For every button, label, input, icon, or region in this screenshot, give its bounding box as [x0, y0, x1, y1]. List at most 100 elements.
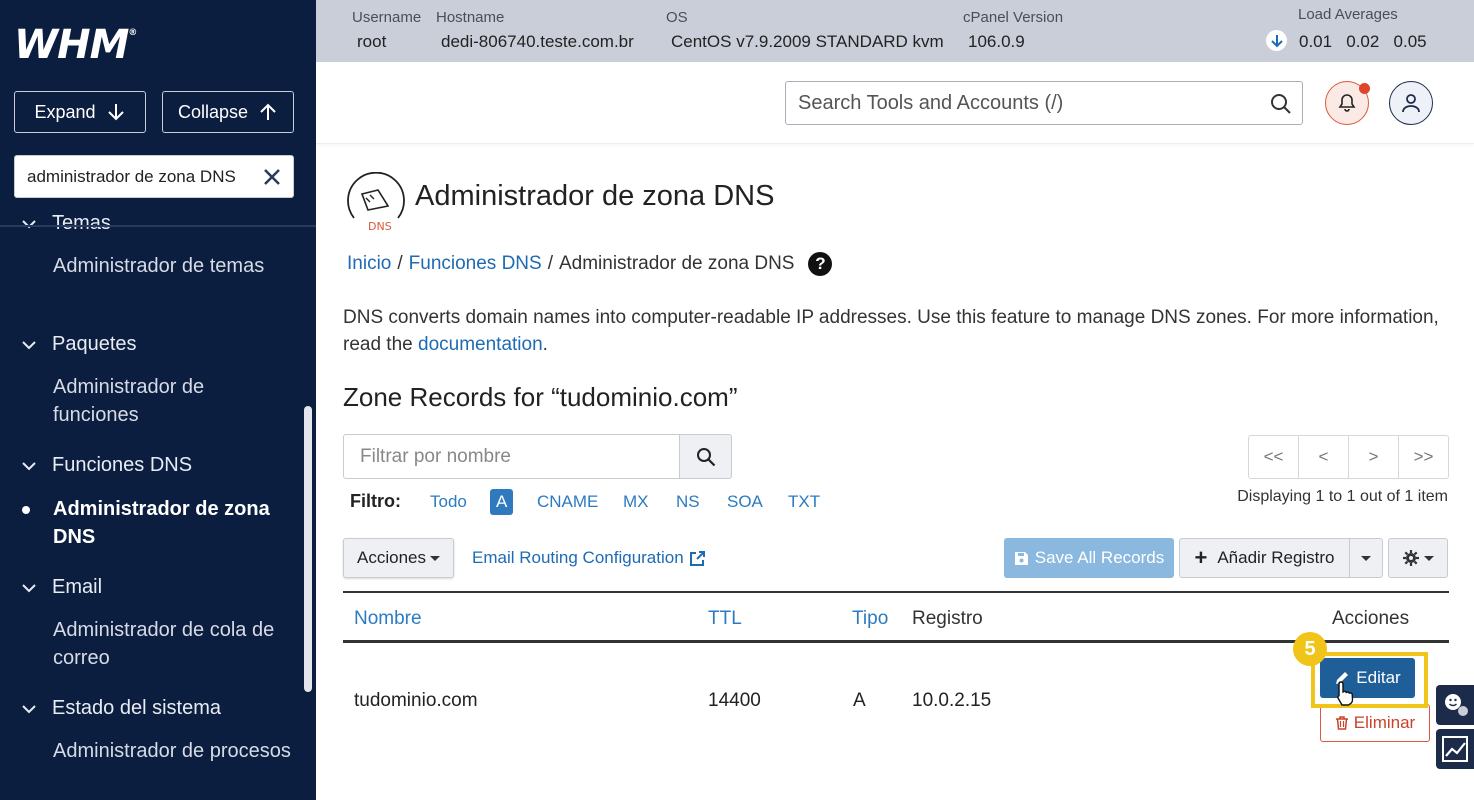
- active-bullet-icon: [22, 506, 30, 514]
- sidebar-item-process-manager[interactable]: Administrador de procesos: [53, 737, 293, 765]
- actions-label: Acciones: [357, 548, 426, 567]
- hostname-label: Hostname: [436, 9, 505, 26]
- main-content: DNS Administrador de zona DNS Inicio / F…: [316, 144, 1474, 800]
- notification-dot: [1359, 83, 1370, 94]
- search-tools-input[interactable]: Search Tools and Accounts (/): [785, 81, 1303, 125]
- hostname-value: dedi-806740.teste.com.br: [441, 32, 634, 51]
- load-averages-values: 0.01 0.02 0.05: [1299, 32, 1427, 51]
- sidebar-search-value: administrador de zona DNS: [27, 166, 236, 186]
- filter-type-a[interactable]: A: [490, 489, 514, 515]
- cpanel-version-label: cPanel Version: [963, 9, 1064, 26]
- username-label: Username: [352, 9, 422, 26]
- breadcrumb: Inicio / Funciones DNS / Administrador d…: [347, 252, 833, 276]
- arrow-down-icon: [107, 104, 124, 121]
- whm-logo[interactable]: WHM®: [14, 22, 137, 68]
- nav-group-dns-functions[interactable]: Funciones DNS: [20, 454, 192, 477]
- displaying-count: Displaying 1 to 1 out of 1 item: [1237, 488, 1448, 505]
- nav-group-label: Email: [52, 576, 103, 598]
- filter-search-button[interactable]: [679, 434, 732, 479]
- delete-label: Eliminar: [1353, 713, 1416, 732]
- filter-type-ns[interactable]: NS: [676, 492, 700, 512]
- clear-search-icon[interactable]: [261, 166, 283, 188]
- sidebar-divider: [0, 225, 316, 227]
- filter-type-soa[interactable]: SOA: [727, 492, 763, 512]
- breadcrumb-separator: /: [547, 253, 553, 274]
- search-icon[interactable]: [1270, 93, 1292, 115]
- analytics-widget-button[interactable]: [1436, 729, 1474, 769]
- filter-type-txt[interactable]: TXT: [788, 492, 820, 512]
- column-header-actions: Acciones: [1332, 608, 1410, 629]
- search-placeholder: Search Tools and Accounts (/): [798, 91, 1064, 114]
- tutorial-highlight-box: [1311, 652, 1428, 708]
- sidebar-scrollbar[interactable]: [304, 406, 312, 692]
- server-info-bar: Username root Hostname dedi-806740.teste…: [316, 0, 1474, 62]
- caret-down-icon: [1424, 555, 1434, 561]
- nav-group-label: Funciones DNS: [52, 454, 193, 476]
- nav-group-email[interactable]: Email: [20, 576, 102, 599]
- smiley-feedback-icon: [1445, 694, 1468, 716]
- filter-type-all[interactable]: Todo: [430, 492, 467, 512]
- add-record-button[interactable]: + Añadir Registro: [1179, 538, 1350, 578]
- nav-group-paquetes[interactable]: Paquetes: [20, 333, 137, 356]
- chevron-down-icon: [22, 461, 36, 470]
- delete-record-button[interactable]: Eliminar: [1320, 704, 1430, 742]
- email-routing-link[interactable]: Email Routing Configuration: [472, 548, 706, 568]
- breadcrumb-home[interactable]: Inicio: [347, 253, 391, 275]
- breadcrumb-current: Administrador de zona DNS: [558, 253, 795, 274]
- username-value: root: [357, 32, 387, 51]
- filter-type-cname[interactable]: CNAME: [537, 492, 598, 512]
- notifications-button[interactable]: [1325, 81, 1370, 125]
- load-averages-label: Load Averages: [1298, 6, 1398, 23]
- nav-group-label: Paquetes: [52, 333, 137, 355]
- last-page-button[interactable]: >>: [1399, 436, 1448, 478]
- breadcrumb-dns-functions[interactable]: Funciones DNS: [409, 253, 542, 275]
- sidebar-item-mail-queue-manager[interactable]: Administrador de cola de correo: [53, 616, 293, 672]
- column-header-ttl[interactable]: TTL: [708, 608, 742, 630]
- expand-button[interactable]: Expand: [14, 91, 146, 133]
- description-end: .: [542, 334, 548, 355]
- expand-label: Expand: [34, 101, 96, 122]
- settings-dropdown-button[interactable]: [1388, 538, 1448, 578]
- plus-icon: +: [1194, 545, 1208, 570]
- trash-icon: [1335, 716, 1348, 730]
- pagination: << < > >>: [1248, 435, 1449, 479]
- gear-icon: [1403, 550, 1419, 566]
- filter-type-mx[interactable]: MX: [623, 492, 649, 512]
- documentation-link[interactable]: documentation: [418, 334, 543, 355]
- actions-dropdown-button[interactable]: Acciones: [343, 538, 454, 578]
- nav-group-system-status[interactable]: Estado del sistema: [20, 697, 221, 720]
- filter-by-name-input[interactable]: Filtrar por nombre: [343, 434, 680, 479]
- nav-group-temas[interactable]: Temas: [20, 212, 111, 235]
- nav-group-label: Temas: [52, 212, 111, 234]
- chevron-down-icon: [22, 704, 36, 713]
- add-record-label: Añadir Registro: [1217, 548, 1335, 567]
- column-header-name[interactable]: Nombre: [354, 608, 422, 630]
- user-menu-button[interactable]: [1389, 81, 1433, 125]
- sidebar: WHM® Expand Collapse administrador de zo…: [0, 0, 316, 800]
- top-header: Search Tools and Accounts (/): [316, 62, 1474, 144]
- record-name: tudominio.com: [354, 690, 478, 711]
- add-record-dropdown-toggle[interactable]: [1349, 538, 1383, 578]
- os-value: CentOS v7.9.2009 STANDARD kvm: [671, 32, 944, 51]
- feedback-widget-button[interactable]: [1436, 685, 1474, 725]
- next-page-button[interactable]: >: [1349, 436, 1399, 478]
- first-page-button[interactable]: <<: [1249, 436, 1299, 478]
- column-header-type[interactable]: Tipo: [852, 608, 888, 630]
- filter-label: Filtro:: [350, 491, 401, 511]
- save-all-records-button[interactable]: Save All Records: [1004, 538, 1174, 578]
- collapse-label: Collapse: [177, 101, 249, 122]
- sidebar-item-dns-zone-manager[interactable]: Administrador de zona DNS: [53, 495, 293, 551]
- sidebar-item-feature-manager[interactable]: Administrador de funciones: [53, 373, 293, 429]
- breadcrumb-separator: /: [397, 253, 403, 274]
- sidebar-item-theme-manager[interactable]: Administrador de temas: [53, 252, 293, 280]
- help-icon[interactable]: ?: [808, 252, 833, 276]
- svg-text:DNS: DNS: [368, 220, 392, 233]
- sidebar-nav: Temas Administrador de temas Paquetes Ad…: [0, 200, 300, 800]
- sidebar-search-input[interactable]: administrador de zona DNS: [14, 155, 294, 198]
- record-ttl: 14400: [708, 690, 761, 711]
- cpanel-version-value: 106.0.9: [968, 32, 1025, 51]
- collapse-button[interactable]: Collapse: [162, 91, 294, 133]
- filter-placeholder: Filtrar por nombre: [360, 445, 511, 467]
- record-type: A: [853, 690, 866, 711]
- prev-page-button[interactable]: <: [1299, 436, 1349, 478]
